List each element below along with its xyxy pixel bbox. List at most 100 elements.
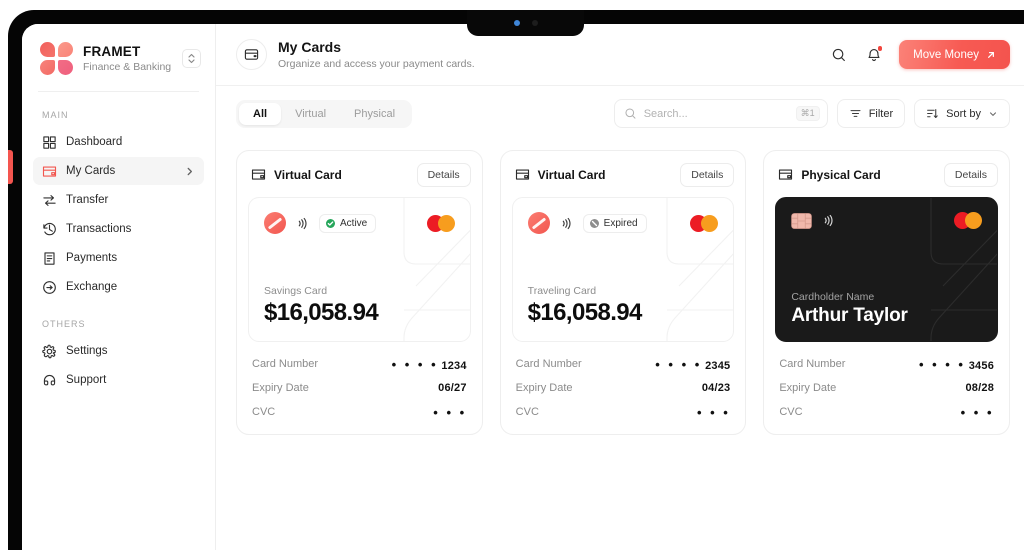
card-visual[interactable]: Cardholder Name Arthur Taylor xyxy=(775,197,999,342)
camera-notch xyxy=(467,10,584,36)
info-value: 08/28 xyxy=(965,382,995,394)
tab-physical[interactable]: Physical xyxy=(340,103,409,125)
sidebar-item-exchange[interactable]: Exchange xyxy=(33,273,204,301)
bell-icon[interactable] xyxy=(864,45,883,64)
card-value: $16,058.94 xyxy=(264,299,379,326)
contactless-icon xyxy=(298,217,307,229)
info-value: • • • • 1234 xyxy=(392,357,467,372)
search-input[interactable] xyxy=(643,107,789,120)
card-visual-top: Expired xyxy=(527,212,719,234)
page-title: My Cards xyxy=(278,39,342,55)
info-value: 04/23 xyxy=(701,382,731,394)
card-value: $16,058.94 xyxy=(527,299,643,326)
info-key: CVC xyxy=(515,406,539,418)
circle-slash-chip-icon xyxy=(527,212,550,234)
details-button[interactable]: Details xyxy=(943,162,999,187)
tab-virtual[interactable]: Virtual xyxy=(281,103,340,125)
card-tile: Virtual Card Details Active Savings Card $16… xyxy=(236,150,483,435)
move-money-button[interactable]: Move Money xyxy=(899,40,1010,69)
card-info-row: Card Number • • • • 1234 xyxy=(252,352,467,376)
status-badge: Active xyxy=(319,213,377,233)
sidebar: FRAMET Finance & Banking MAIN Dashboard My… xyxy=(22,24,216,550)
card-tile: Virtual Card Details Expired Traveling Card… xyxy=(499,150,747,435)
sidebar-group-label: MAIN xyxy=(42,110,69,120)
masked-dots: • • • xyxy=(960,404,995,420)
masked-suffix: 2345 xyxy=(701,359,731,372)
cards-grid: Virtual Card Details Active Savings Card $16… xyxy=(216,141,1024,435)
chevron-up-down-icon[interactable] xyxy=(182,49,201,68)
sort-icon xyxy=(927,109,938,119)
sidebar-item-transactions[interactable]: Transactions xyxy=(33,215,204,243)
card-tile-header: Physical Card Details xyxy=(775,162,999,187)
sidebar-item-label: Settings xyxy=(66,345,108,357)
sidebar-item-label: Support xyxy=(66,374,107,386)
card-tile-header: Virtual Card Details xyxy=(512,162,735,187)
contactless-icon xyxy=(825,214,833,227)
info-key: Expiry Date xyxy=(779,382,837,394)
sidebar-item-label: Dashboard xyxy=(66,136,123,148)
camera-sensor-icon xyxy=(531,20,538,26)
search-icon xyxy=(625,108,636,119)
info-key: Expiry Date xyxy=(515,382,573,394)
card-visual[interactable]: Active Savings Card $16,058.94 xyxy=(248,197,471,342)
card-type-label: Virtual Card xyxy=(274,167,342,182)
gear-icon xyxy=(42,344,56,358)
search-icon[interactable] xyxy=(829,45,848,64)
sidebar-item-my-cards[interactable]: My Cards xyxy=(33,157,204,185)
credit-card-icon xyxy=(779,169,793,180)
mastercard-logo xyxy=(426,214,455,232)
grid-icon xyxy=(43,135,56,149)
card-visual-top xyxy=(791,212,983,229)
credit-card-icon xyxy=(42,165,57,177)
brand-tagline: Finance & Banking xyxy=(83,61,172,73)
check-circle-icon xyxy=(326,218,335,228)
page-header: My Cards Organize and access your paymen… xyxy=(216,24,1024,86)
filter-bar: AllVirtualPhysical ⌘1 Filter Sort by xyxy=(216,86,1024,141)
card-info-row: CVC • • • xyxy=(516,400,731,424)
chevron-right-icon xyxy=(187,167,192,175)
info-value: • • • xyxy=(697,405,730,420)
sidebar-item-settings[interactable]: Settings xyxy=(33,337,204,365)
card-name-label: Savings Card xyxy=(264,285,328,297)
tab-all[interactable]: All xyxy=(239,102,282,125)
card-info-row: CVC • • • xyxy=(252,400,467,424)
sidebar-item-support[interactable]: Support xyxy=(33,366,204,394)
card-type-tabs: All Virtual Physical xyxy=(236,99,413,128)
filter-icon xyxy=(850,110,861,117)
sidebar-group-label: OTHERS xyxy=(42,319,86,329)
search-box[interactable]: ⌘1 xyxy=(613,99,828,128)
card-info-row: Expiry Date 04/23 xyxy=(516,376,731,400)
header-actions: Move Money xyxy=(829,40,1010,69)
sort-by-button[interactable]: Sort by xyxy=(914,99,1010,128)
info-value: 06/27 xyxy=(438,382,467,394)
notification-dot xyxy=(877,46,883,51)
info-key: CVC xyxy=(252,406,276,418)
details-button[interactable]: Details xyxy=(680,162,735,187)
card-type-label: Virtual Card xyxy=(537,167,606,182)
filter-label: Filter xyxy=(868,107,894,120)
masked-dots: • • • xyxy=(696,404,731,420)
info-key: Card Number xyxy=(515,358,582,370)
sidebar-item-transfer[interactable]: Transfer xyxy=(33,186,204,214)
masked-dots: • • • • xyxy=(918,356,966,372)
sidebar-nav: MAIN Dashboard My Cards Transfer Transaction… xyxy=(22,92,215,394)
card-info-row: Card Number • • • • 2345 xyxy=(516,352,731,376)
sidebar-item-payments[interactable]: Payments xyxy=(33,244,204,272)
sidebar-item-dashboard[interactable]: Dashboard xyxy=(33,128,204,156)
mastercard-logo xyxy=(690,214,719,232)
brand-header[interactable]: FRAMET Finance & Banking xyxy=(22,24,215,91)
headphones-icon xyxy=(43,374,56,385)
details-button[interactable]: Details xyxy=(416,162,471,187)
page-subtitle: Organize and access your payment cards. xyxy=(278,58,475,70)
arrow-up-right-icon xyxy=(988,51,994,58)
card-visual[interactable]: Expired Traveling Card $16,058.94 xyxy=(511,197,735,342)
status-label: Expired xyxy=(603,217,638,229)
masked-dots: • • • • xyxy=(391,356,439,372)
credit-card-icon xyxy=(515,169,529,180)
emv-chip-icon xyxy=(791,212,813,229)
filter-button[interactable]: Filter xyxy=(836,99,906,128)
status-label: Active xyxy=(340,217,368,229)
transfer-icon xyxy=(43,194,56,206)
card-type-label: Physical Card xyxy=(801,167,881,182)
masked-dots: • • • xyxy=(433,404,467,420)
